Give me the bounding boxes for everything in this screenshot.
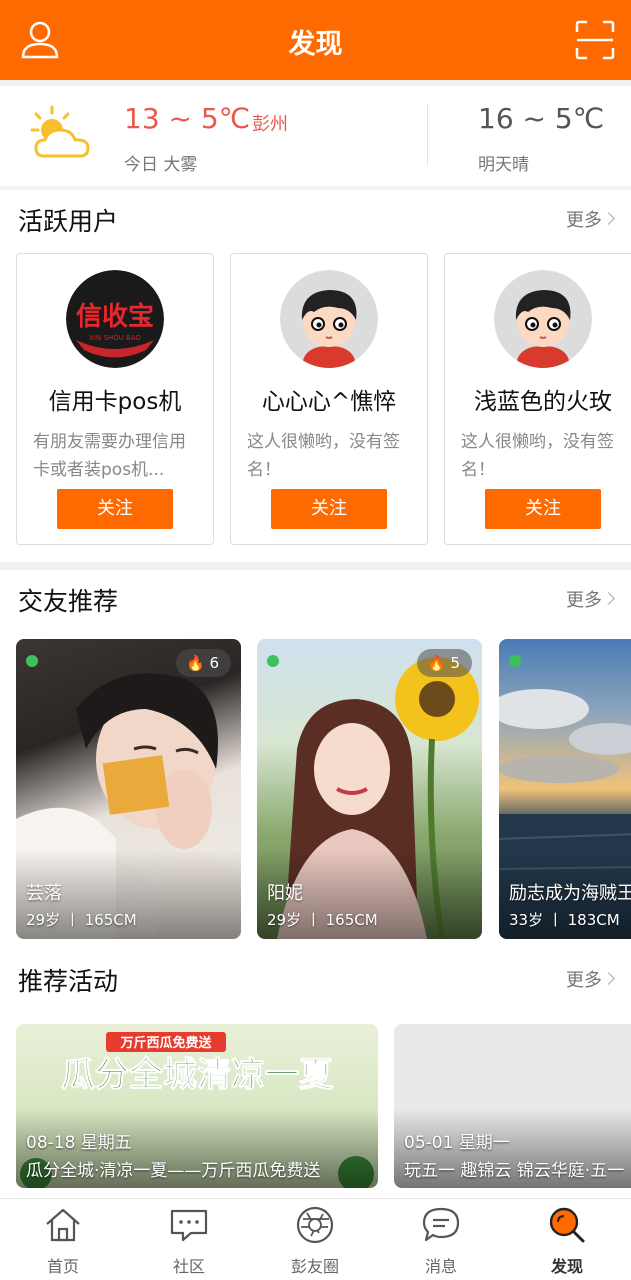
event-title: 玩五一 趣锦云 锦云华庭·五一 <box>404 1161 625 1181</box>
user-name: 浅蓝色的火玫 <box>474 389 612 415</box>
user-card[interactable]: 信收宝 XIN SHOU BAO 信用卡pos机 有朋友需要办理信用卡或者装po… <box>16 253 214 545</box>
weather-divider <box>427 104 428 166</box>
section-title: 推荐活动 <box>18 967 119 996</box>
friend-card[interactable]: 🔥 5 阳妮 29岁 丨 165CM <box>257 639 482 939</box>
more-link[interactable]: 更多 <box>566 206 615 232</box>
nav-discover[interactable]: 发现 <box>504 1199 630 1280</box>
scan-icon[interactable] <box>573 18 617 62</box>
top-bar: 发现 <box>0 0 631 80</box>
user-card[interactable]: 心心心^憔悴 这人很懒哟，没有签名！ 关注 <box>230 253 428 545</box>
online-indicator <box>267 655 279 667</box>
aperture-icon <box>296 1206 334 1244</box>
more-link[interactable]: 更多 <box>566 966 615 992</box>
section-title: 活跃用户 <box>18 207 119 236</box>
fire-icon: 🔥 <box>426 654 446 672</box>
nav-label: 首页 <box>46 1257 79 1276</box>
active-users-section: 活跃用户 更多 信收宝 XIN SHOU BAO 信用卡pos机 有朋友需要办理… <box>0 190 631 562</box>
banner-main-text: 瓜分全城清凉一夏 <box>61 1055 334 1095</box>
home-icon <box>46 1208 80 1242</box>
user-name: 信用卡pos机 <box>48 389 182 415</box>
follow-button[interactable]: 关注 <box>485 489 601 529</box>
follow-button[interactable]: 关注 <box>57 489 173 529</box>
online-indicator <box>26 655 38 667</box>
discover-icon <box>549 1207 585 1243</box>
recommended-events-section: 推荐活动 更多 万斤西瓜免费送 瓜分全城清凉一夏 08-18 星期五 瓜分全城·… <box>0 950 631 1198</box>
chevron-right-icon <box>602 592 615 605</box>
nav-friends-circle[interactable]: 彭友圈 <box>252 1199 378 1280</box>
friend-info: 33岁 丨 183CM <box>509 911 620 929</box>
user-signature: 这人很懒哟，没有签名！ <box>247 432 400 480</box>
nav-label: 社区 <box>172 1257 205 1276</box>
event-card[interactable]: 万斤西瓜免费送 瓜分全城清凉一夏 08-18 星期五 瓜分全城·清凉一夏——万斤… <box>16 1024 378 1188</box>
today-temperature: 13 ~ 5℃ <box>124 102 251 135</box>
partly-cloudy-icon <box>30 104 96 164</box>
banner-top-text: 万斤西瓜免费送 <box>119 1035 212 1051</box>
user-signature: 这人很懒哟，没有签名！ <box>461 432 614 480</box>
nav-home[interactable]: 首页 <box>0 1199 126 1280</box>
event-card[interactable]: 05-01 星期一 玩五一 趣锦云 锦云华庭·五一 <box>394 1024 631 1188</box>
nav-community[interactable]: 社区 <box>126 1199 252 1280</box>
weather-panel[interactable]: 13 ~ 5℃ 彭州 今日 大雾 16 ~ 5℃ 明天晴 <box>0 86 631 186</box>
message-icon <box>422 1207 460 1242</box>
more-link[interactable]: 更多 <box>566 586 615 612</box>
hot-badge: 🔥 6 <box>175 649 231 677</box>
avatar-logo-text: 信收宝 <box>76 301 154 332</box>
user-signature: 有朋友需要办理信用卡或者装pos机... <box>33 432 186 480</box>
avatar-logo-subtext: XIN SHOU BAO <box>89 334 141 342</box>
tomorrow-temperature: 16 ~ 5℃ <box>478 102 605 135</box>
friend-recommend-section: 交友推荐 更多 🔥 6 芸落 29岁 丨 165CM 🔥 5 阳妮 29岁 丨 … <box>0 570 631 950</box>
user-name: 心心心^憔悴 <box>261 389 397 415</box>
city-name: 彭州 <box>252 114 288 135</box>
friend-name: 励志成为海贼王 <box>509 883 631 904</box>
user-card[interactable]: 浅蓝色的火玫 这人很懒哟，没有签名！ 关注 <box>444 253 631 545</box>
hot-badge: 🔥 5 <box>416 649 472 677</box>
friend-info: 29岁 丨 165CM <box>26 911 137 929</box>
event-date: 05-01 星期一 <box>404 1133 510 1153</box>
event-date: 08-18 星期五 <box>26 1133 132 1153</box>
community-icon <box>170 1209 208 1242</box>
bottom-nav: 首页 社区 彭友圈 消息 发现 <box>0 1198 631 1280</box>
nav-label: 发现 <box>550 1257 583 1276</box>
friend-card[interactable]: 励志成为海贼王 33岁 丨 183CM <box>499 639 631 939</box>
friend-info: 29岁 丨 165CM <box>267 911 378 929</box>
tomorrow-description: 明天晴 <box>478 155 529 175</box>
nav-messages[interactable]: 消息 <box>378 1199 504 1280</box>
online-indicator <box>509 655 521 667</box>
follow-button[interactable]: 关注 <box>271 489 387 529</box>
nav-label: 彭友圈 <box>290 1257 339 1276</box>
avatar <box>280 270 378 368</box>
avatar: 信收宝 XIN SHOU BAO <box>66 270 164 368</box>
nav-label: 消息 <box>424 1257 457 1276</box>
fire-icon: 🔥 <box>185 654 205 672</box>
chevron-right-icon <box>602 212 615 225</box>
friend-name: 芸落 <box>26 883 62 904</box>
avatar <box>494 270 592 368</box>
page-title: 发现 <box>288 29 343 60</box>
friend-card[interactable]: 🔥 6 芸落 29岁 丨 165CM <box>16 639 241 939</box>
chevron-right-icon <box>602 972 615 985</box>
friend-name: 阳妮 <box>267 883 303 904</box>
event-title: 瓜分全城·清凉一夏——万斤西瓜免费送 <box>26 1161 321 1181</box>
section-title: 交友推荐 <box>18 587 119 616</box>
today-description: 今日 大雾 <box>124 155 198 175</box>
